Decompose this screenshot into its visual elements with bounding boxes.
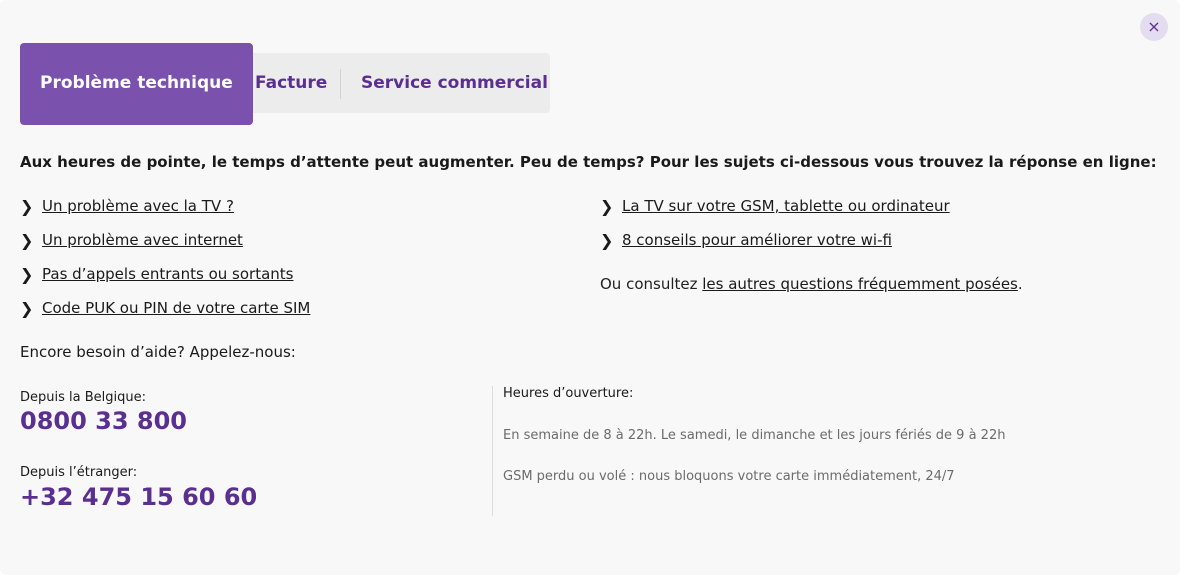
faq-links-right: ❯ La TV sur votre GSM, tablette ou ordin… [600,197,950,265]
abroad-phone-number[interactable]: +32 475 15 60 60 [20,483,257,511]
tab-commercial-service[interactable]: Service commercial [361,53,548,113]
faq-link-internet-problem[interactable]: Un problème avec internet [42,231,243,249]
faq-link-calls[interactable]: Pas d’appels entrants ou sortants [42,265,293,283]
tab-bar: Problème technique Facture Service comme… [20,43,550,125]
tab-technical-problem[interactable]: Problème technique [20,43,253,125]
list-item: ❯ La TV sur votre GSM, tablette ou ordin… [600,197,950,231]
abroad-phone-label: Depuis l’étranger: [20,465,138,480]
chevron-right-icon: ❯ [20,197,34,216]
faq-more-link[interactable]: les autres questions fréquemment posées [702,275,1018,293]
faq-suffix: . [1017,275,1023,293]
section-divider [492,386,493,516]
close-button[interactable]: × [1140,13,1168,41]
chevron-right-icon: ❯ [600,231,614,250]
list-item: ❯ Un problème avec internet [20,231,310,265]
contact-modal: × Problème technique Facture Service com… [0,0,1180,575]
list-item: ❯ Code PUK ou PIN de votre carte SIM [20,299,310,333]
list-item: ❯ Pas d’appels entrants ou sortants [20,265,310,299]
faq-link-tv-problem[interactable]: Un problème avec la TV ? [42,197,234,215]
intro-text: Aux heures de pointe, le temps d’attente… [20,153,1157,171]
chevron-right-icon: ❯ [20,265,34,284]
list-item: ❯ 8 conseils pour améliorer votre wi-fi [600,231,950,265]
opening-hours-text: En semaine de 8 à 22h. Le samedi, le dim… [503,428,1006,443]
chevron-right-icon: ❯ [600,197,614,216]
tab-invoice[interactable]: Facture [255,53,327,113]
belgium-phone-number[interactable]: 0800 33 800 [20,407,187,435]
faq-more-line: Ou consultez les autres questions fréque… [600,275,1023,293]
chevron-right-icon: ❯ [20,231,34,250]
help-heading: Encore besoin d’aide? Appelez-nous: [20,343,296,361]
lost-phone-text: GSM perdu ou volé : nous bloquons votre … [503,469,955,484]
list-item: ❯ Un problème avec la TV ? [20,197,310,231]
faq-links-left: ❯ Un problème avec la TV ? ❯ Un problème… [20,197,310,333]
faq-link-puk-pin[interactable]: Code PUK ou PIN de votre carte SIM [42,299,310,317]
tab-divider [340,69,341,99]
opening-hours-title: Heures d’ouverture: [503,386,634,401]
faq-prefix: Ou consultez [600,275,703,293]
chevron-right-icon: ❯ [20,299,34,318]
faq-link-tv-devices[interactable]: La TV sur votre GSM, tablette ou ordinat… [622,197,950,215]
faq-link-wifi-tips[interactable]: 8 conseils pour améliorer votre wi-fi [622,231,892,249]
belgium-phone-label: Depuis la Belgique: [20,390,146,405]
close-icon: × [1147,17,1161,36]
